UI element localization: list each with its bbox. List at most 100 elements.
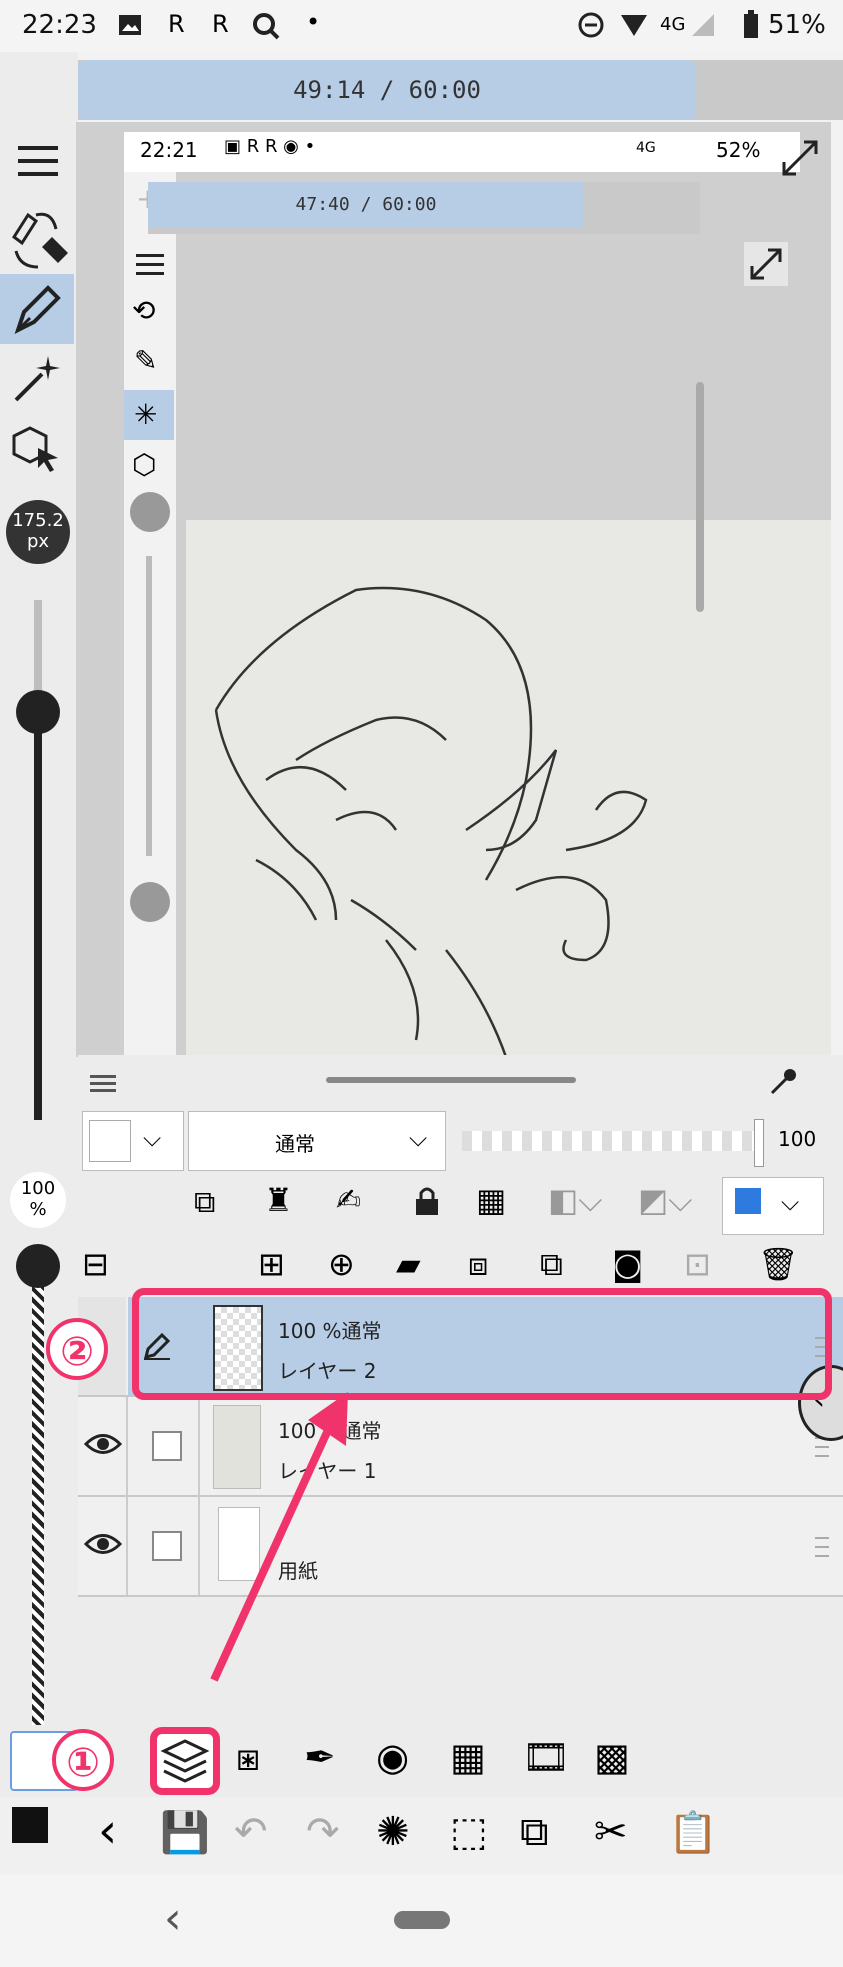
- blue-swatch: [735, 1188, 761, 1214]
- paste-icon[interactable]: 📋: [668, 1809, 718, 1859]
- new-raster-layer-icon[interactable]: ⊞: [258, 1245, 285, 1283]
- dot-icon: •: [306, 8, 321, 36]
- layers-icon[interactable]: [160, 1737, 210, 1785]
- loading-icon[interactable]: ✺: [376, 1809, 426, 1859]
- canvas-scrollbar[interactable]: [696, 382, 704, 612]
- panel-drag-handle[interactable]: [326, 1077, 576, 1083]
- undo-icon[interactable]: ↶: [234, 1809, 284, 1859]
- object-select-icon[interactable]: [10, 422, 62, 474]
- layer-opacity-slider[interactable]: [462, 1131, 762, 1151]
- eye-icon[interactable]: [84, 1431, 122, 1457]
- inner-timer-track: 47:40 / 60:00: [148, 182, 700, 234]
- menu-icon[interactable]: [18, 144, 58, 178]
- layer-checkbox[interactable]: [152, 1431, 182, 1461]
- mask-select-icon[interactable]: ◧⌵: [548, 1181, 603, 1220]
- main-color-swatch[interactable]: [12, 1807, 48, 1843]
- drag-handle-icon[interactable]: [815, 1537, 829, 1557]
- draft-layer-icon[interactable]: ✍: [336, 1183, 361, 1218]
- layer-color-dropdown[interactable]: ⌵: [82, 1111, 184, 1171]
- brush-size-value: 175.2: [12, 510, 64, 531]
- copy-icon[interactable]: ⧉: [520, 1809, 570, 1859]
- annotation-arrow: [210, 1392, 348, 1682]
- eye-icon[interactable]: [84, 1531, 122, 1557]
- lock-icon[interactable]: [414, 1185, 440, 1217]
- layer-property-icon[interactable]: ⊟: [82, 1245, 109, 1283]
- inner-status-icons: ▣ R R ◉ •: [224, 136, 316, 157]
- magic-wand-icon[interactable]: [12, 352, 64, 404]
- layer-property-tab-icon[interactable]: ⧆: [236, 1735, 260, 1780]
- brush-size-slider-handle[interactable]: [16, 690, 60, 734]
- divider: [126, 1397, 128, 1495]
- layer-color-swatch: [89, 1120, 131, 1162]
- inner-size-dot: [130, 492, 170, 532]
- navigator-tab-icon[interactable]: ◉: [376, 1735, 409, 1779]
- inner-menu-icon: [136, 252, 164, 276]
- inner-wand-button: ✳: [124, 390, 174, 440]
- canvas-area[interactable]: 22:21 ▣ R R ◉ • 4G 52% + ⟲ ✎ ✳ ⬡ 47:40 /…: [76, 122, 831, 1057]
- sketch-paper: [186, 520, 831, 1057]
- wifi-icon: [620, 12, 648, 38]
- new-folder-icon[interactable]: ▰: [396, 1245, 421, 1283]
- blend-mode-select[interactable]: 通常 ⌵: [188, 1111, 446, 1171]
- inner-status-time: 22:21: [140, 138, 198, 162]
- gallery-icon: [118, 14, 142, 36]
- add-mask-icon[interactable]: ◙: [612, 1245, 643, 1283]
- reference-layer-icon[interactable]: ♜: [264, 1181, 293, 1219]
- redo-icon[interactable]: ↷: [306, 1809, 356, 1859]
- status-time: 22:23: [22, 10, 97, 40]
- inner-wand-icon: ✳: [134, 398, 158, 431]
- brush-size-track: [34, 700, 42, 1120]
- nav-home-pill[interactable]: [394, 1911, 450, 1929]
- panel-tab-bar: ① ⧆ ✒ ◉ ▦ 🎞 ▩: [0, 1725, 843, 1797]
- inner-expand-icon: [778, 136, 822, 180]
- r-icon: R: [168, 10, 185, 38]
- inner-object-icon: ⬡: [132, 448, 157, 481]
- nav-back-icon[interactable]: ‹: [164, 1893, 182, 1944]
- battery-icon: [742, 10, 760, 40]
- inner-opacity-dot: [130, 882, 170, 922]
- layer-row[interactable]: 100 %通常 レイヤー 1: [78, 1397, 843, 1497]
- back-chevron-icon[interactable]: ‹: [98, 1803, 117, 1859]
- new-vector-layer-icon[interactable]: ⊕: [328, 1245, 355, 1283]
- layer-row[interactable]: 用紙: [78, 1497, 843, 1597]
- inner-switch-icon: ⟲: [132, 294, 156, 327]
- trash-icon[interactable]: 🗑: [758, 1245, 799, 1283]
- inner-battery: 52%: [716, 138, 761, 162]
- opacity-slider-handle[interactable]: [16, 1244, 60, 1288]
- timer-bar: 49:14 / 60:00: [78, 60, 696, 120]
- inner-size-track: [146, 556, 152, 856]
- annotation-step-1: ①: [52, 1729, 114, 1791]
- pen-eraser-switch-icon[interactable]: [6, 207, 72, 273]
- apply-mask-icon[interactable]: ⊡: [684, 1245, 711, 1283]
- timeline-tab-icon[interactable]: 🎞: [522, 1735, 570, 1780]
- layer-checkbox[interactable]: [152, 1531, 182, 1561]
- layer-opacity-handle[interactable]: [754, 1119, 764, 1167]
- lock-transparency-icon[interactable]: ▦: [476, 1181, 506, 1219]
- brush-size-unit: px: [26, 531, 50, 552]
- expand-icon[interactable]: [744, 242, 788, 286]
- eyedropper-icon[interactable]: [768, 1067, 798, 1097]
- cut-icon[interactable]: ✂: [594, 1809, 644, 1859]
- material-tab-icon[interactable]: ▦: [450, 1735, 486, 1779]
- dnd-icon: [578, 12, 604, 38]
- pen-tool-button[interactable]: [0, 274, 74, 344]
- opacity-indicator[interactable]: 100 %: [10, 1172, 66, 1228]
- command-bar: ‹ 💾 ↶ ↷ ✺ ⬚ ⧉ ✂ 📋: [0, 1797, 843, 1875]
- blend-mode-label: 通常: [275, 1132, 315, 1156]
- mask-toggle-icon[interactable]: ◩⌵: [638, 1181, 693, 1220]
- network-label: 4G: [660, 14, 686, 35]
- merge-down-icon[interactable]: ⧉: [540, 1245, 563, 1284]
- inner-network: 4G: [636, 140, 656, 156]
- brush-size-indicator[interactable]: 175.2 px: [6, 500, 70, 564]
- clip-layer-icon[interactable]: ⧉: [194, 1185, 215, 1220]
- tool-settings-tab-icon[interactable]: ✒: [304, 1735, 336, 1779]
- layer-color-mode-dropdown[interactable]: ⌵: [722, 1177, 824, 1235]
- transform-icon[interactable]: ⬚: [450, 1809, 500, 1859]
- panel-menu-icon[interactable]: [90, 1073, 116, 1095]
- save-icon[interactable]: 💾: [160, 1809, 210, 1859]
- transfer-down-icon[interactable]: ⧈: [468, 1245, 488, 1284]
- inner-pen-icon: ✎: [134, 344, 158, 377]
- subview-tab-icon[interactable]: ▩: [594, 1735, 630, 1779]
- opacity-value: 100: [20, 1178, 56, 1199]
- r-icon-2: R: [212, 10, 229, 38]
